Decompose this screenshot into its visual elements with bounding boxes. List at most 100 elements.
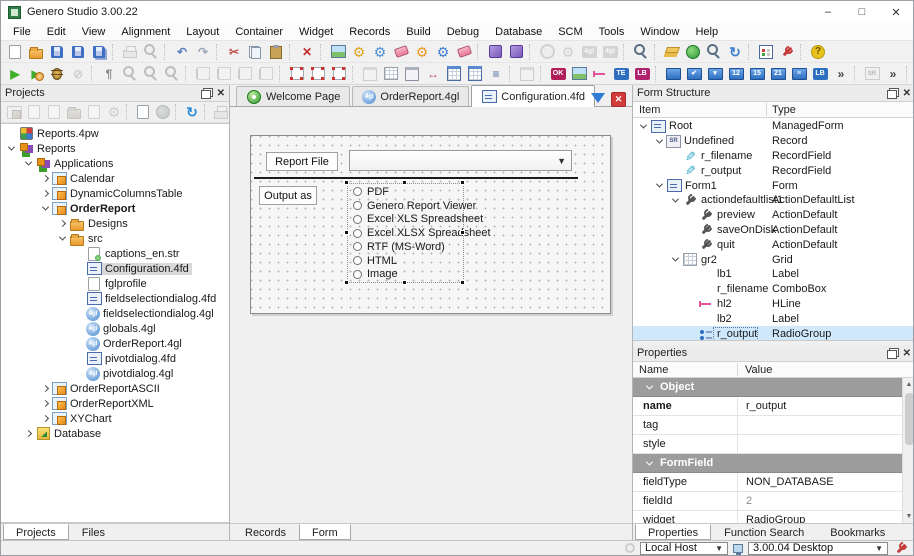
debug-button[interactable]: [47, 64, 67, 84]
widget-textarea-button[interactable]: ≡: [789, 64, 809, 84]
chevron-down-icon[interactable]: [643, 382, 656, 390]
property-row-style[interactable]: style: [633, 435, 913, 454]
selection-handle-bottom-left[interactable]: [344, 280, 349, 285]
container-spacer-button[interactable]: ↔: [423, 64, 443, 84]
build-all-button[interactable]: [412, 42, 432, 62]
property-value[interactable]: r_output: [737, 397, 913, 415]
float-panel-icon[interactable]: [200, 87, 213, 99]
chevron-down-icon[interactable]: [5, 143, 18, 151]
print-project-button[interactable]: [211, 102, 231, 122]
print-preview-button[interactable]: [141, 42, 161, 62]
property-row-FormField[interactable]: FormField: [633, 454, 913, 473]
radio-option-Image[interactable]: Image: [353, 268, 463, 280]
widget-dateedit-button[interactable]: 12: [726, 64, 746, 84]
tree-item-Reports[interactable]: Reports: [1, 141, 229, 156]
properties-scrollbar[interactable]: ▲ ▼: [902, 378, 914, 523]
container-folder-button[interactable]: [517, 64, 537, 84]
tree-item-globals.4gl[interactable]: 4gl globals.4gl: [1, 321, 229, 336]
new-application-button[interactable]: [4, 102, 24, 122]
node-properties-button[interactable]: [84, 102, 104, 122]
tab-Welcome-Page[interactable]: Welcome Page: [236, 86, 351, 106]
add-remote-button[interactable]: [153, 102, 173, 122]
help-button[interactable]: ?: [808, 42, 828, 62]
save-as-button[interactable]: [68, 42, 88, 62]
property-row-Object[interactable]: Object: [633, 378, 913, 397]
radio-option-PDF[interactable]: PDF: [353, 186, 463, 198]
refresh-button[interactable]: [182, 102, 202, 122]
save-all-button[interactable]: [89, 42, 109, 62]
widget-screenrecord-button[interactable]: SR: [862, 64, 882, 84]
structure-item-r_output[interactable]: r_output RecordField: [633, 163, 913, 178]
find-in-files-button[interactable]: [631, 42, 651, 62]
chevron-down-icon[interactable]: [22, 158, 35, 166]
selection-handle-mid-right[interactable]: [460, 230, 465, 235]
scroll-down-icon[interactable]: ▼: [903, 510, 914, 523]
structure-item-Undefined[interactable]: SR Undefined Record: [633, 134, 913, 149]
tab-OrderReport.4gl[interactable]: 4gl OrderReport.4gl: [352, 86, 470, 106]
form-page[interactable]: Report File ▼ Output as PDF Genero Report…: [250, 135, 611, 314]
form-designer-canvas[interactable]: Report File ▼ Output as PDF Genero Report…: [230, 107, 632, 523]
widget-datepicker-button[interactable]: 15: [747, 64, 767, 84]
new-group-button[interactable]: [64, 102, 84, 122]
selection-handle-mid-left[interactable]: [344, 230, 349, 235]
property-value[interactable]: [737, 416, 913, 434]
radiogroup-widget[interactable]: PDF Genero Report Viewer Excel XLS Spreads…: [347, 183, 491, 283]
clean-all-button[interactable]: [454, 42, 474, 62]
tree-item-captions_en.str[interactable]: captions_en.str: [1, 246, 229, 261]
selection-handle-bottom-center[interactable]: [402, 280, 407, 285]
print-button[interactable]: [120, 42, 140, 62]
close-panel-icon[interactable]: ✕: [903, 88, 911, 99]
align-bottom-button[interactable]: [256, 64, 276, 84]
structure-item-preview[interactable]: preview ActionDefault: [633, 208, 913, 223]
left-tab-projects[interactable]: Projects: [3, 524, 69, 540]
run-button[interactable]: [537, 42, 557, 62]
float-panel-icon[interactable]: [886, 347, 899, 359]
widget-checkbox-button[interactable]: ✔: [684, 64, 704, 84]
float-panel-icon[interactable]: [886, 87, 899, 99]
chevron-down-icon[interactable]: [643, 458, 656, 466]
left-tab-files[interactable]: Files: [69, 524, 118, 540]
zoom-out-button[interactable]: [120, 64, 140, 84]
menu-edit[interactable]: Edit: [39, 23, 74, 41]
environment-select[interactable]: 3.00.04 Desktop ▼: [748, 541, 888, 555]
cut-button[interactable]: ✂: [224, 42, 244, 62]
selection-handle-top-left[interactable]: [344, 180, 349, 185]
menu-records[interactable]: Records: [341, 23, 398, 41]
copy-button[interactable]: [245, 42, 265, 62]
tree-item-Configuration.4fd[interactable]: Configuration.4fd: [1, 261, 229, 276]
widget-hline-button[interactable]: [590, 64, 610, 84]
right-tab-bookmarks[interactable]: Bookmarks: [817, 524, 898, 540]
tree-item-fieldselectiondialog.4fd[interactable]: fieldselectiondialog.4fd: [1, 291, 229, 306]
editor-tab-records[interactable]: Records: [232, 524, 299, 540]
tools-config-button[interactable]: [777, 42, 797, 62]
right-tab-properties[interactable]: Properties: [635, 524, 712, 540]
output-as-label-widget[interactable]: Output as: [259, 186, 317, 205]
tab-Configuration.4fd[interactable]: Configuration.4fd: [471, 85, 596, 107]
widget-edit-button[interactable]: [663, 64, 683, 84]
property-row-fieldId[interactable]: fieldId 2: [633, 492, 913, 511]
execute-button[interactable]: ▶: [5, 64, 25, 84]
paste-button[interactable]: [266, 42, 286, 62]
menu-layout[interactable]: Layout: [178, 23, 227, 41]
zoom-in-button[interactable]: [141, 64, 161, 84]
column-name[interactable]: Name: [633, 364, 668, 376]
container-tree-button[interactable]: [486, 64, 506, 84]
same-width-button[interactable]: [308, 64, 328, 84]
scroll-thumb[interactable]: [904, 393, 913, 445]
structure-item-Root[interactable]: Root ManagedForm: [633, 119, 913, 134]
zoom-reset-button[interactable]: [162, 64, 182, 84]
chevron-down-icon[interactable]: [669, 195, 682, 203]
maximize-button[interactable]: □: [845, 1, 879, 23]
structure-item-r_output[interactable]: r_output RadioGroup: [633, 326, 913, 340]
widget-textedit-button[interactable]: TE: [611, 64, 631, 84]
widget-labelfield-button[interactable]: LB: [810, 64, 830, 84]
column-divider[interactable]: [737, 363, 738, 376]
build-debug-button[interactable]: [370, 42, 390, 62]
save-button[interactable]: [47, 42, 67, 62]
add-file-button[interactable]: [133, 102, 153, 122]
tree-item-OrderReportASCII[interactable]: OrderReportASCII: [1, 381, 229, 396]
chevron-down-icon[interactable]: [669, 254, 682, 262]
build-button[interactable]: [349, 42, 369, 62]
property-value[interactable]: NON_DATABASE: [737, 473, 913, 491]
more-widgets-button[interactable]: »: [831, 64, 851, 84]
